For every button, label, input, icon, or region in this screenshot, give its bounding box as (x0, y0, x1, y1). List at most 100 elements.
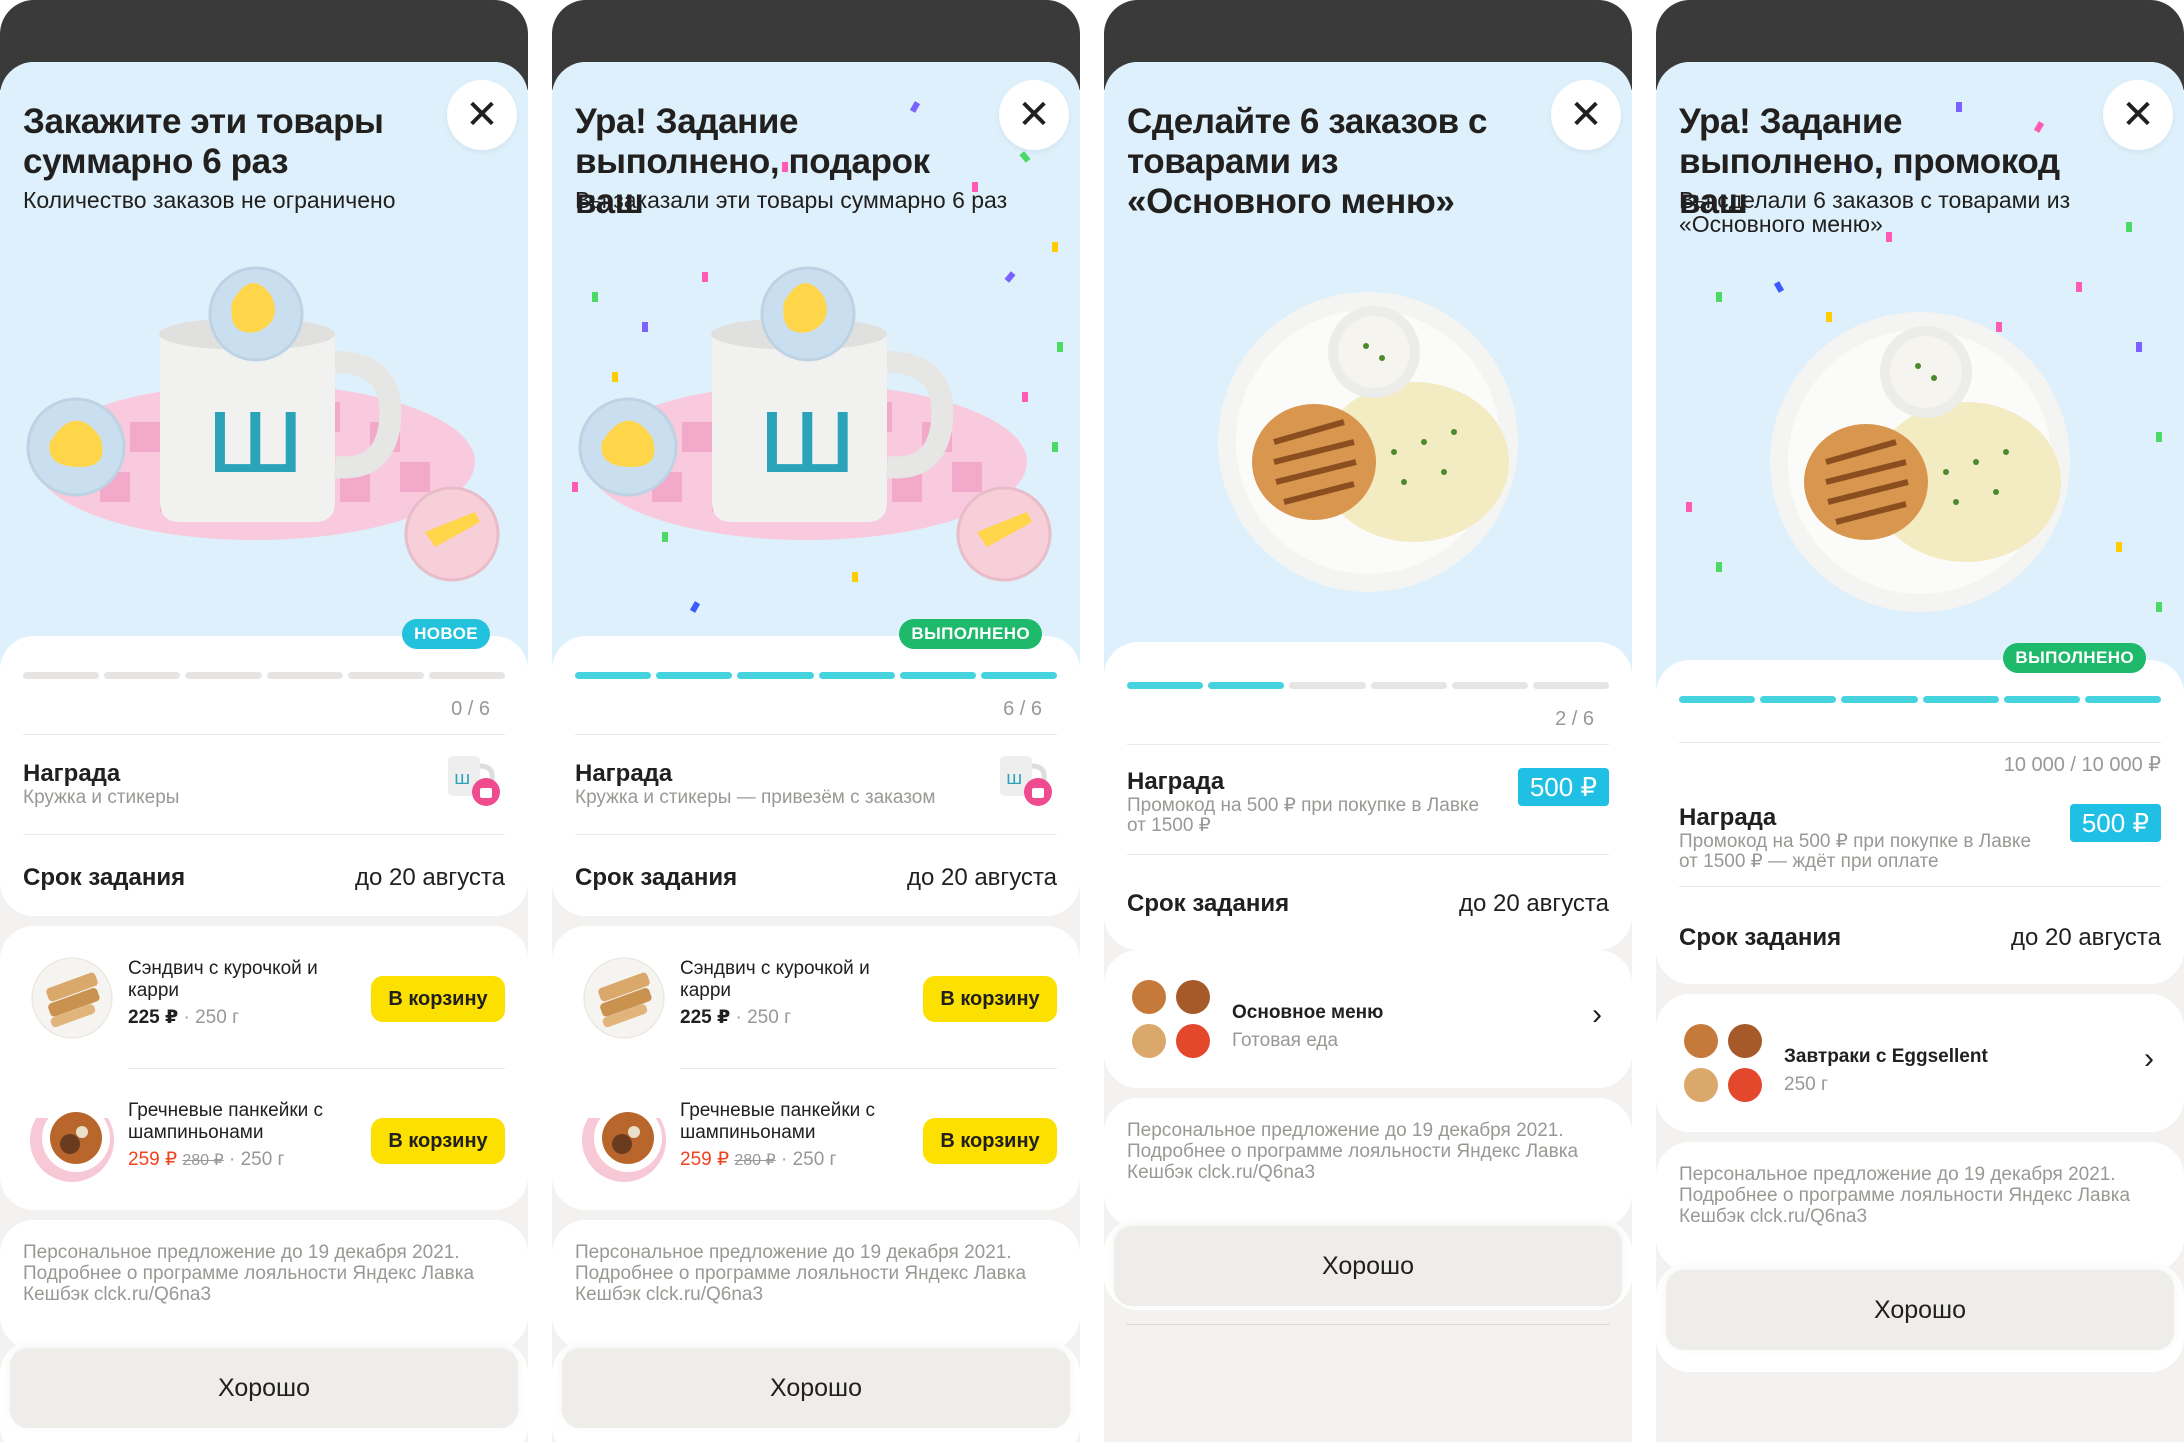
chevron-right-icon: › (2144, 1042, 2154, 1075)
reward-label: Награда (1679, 804, 1777, 831)
products-card: Сэндвич с курочкой и карри 225 ₽ · 250 г… (552, 926, 1080, 1210)
deadline-label: Срок задания (1127, 890, 1290, 917)
pancakes-image (582, 1104, 666, 1182)
status-badge: НОВОЕ (402, 619, 490, 649)
promo-badge: 500 ₽ (2069, 804, 2161, 842)
category-thumb (1728, 1068, 1762, 1102)
svg-text:ш: ш (1006, 768, 1022, 789)
page-subtitle: Количество заказов не ограничено (23, 187, 396, 213)
footer-text: Персональное предложение до 19 декабря 2… (1127, 1120, 1579, 1183)
status-badge: ВЫПОЛНЕНО (2003, 643, 2146, 673)
product-price: 259 ₽ 280 ₽ · 250 г (128, 1149, 285, 1170)
reward-label: Награда (1127, 768, 1225, 795)
hero: Ура! Задание выполнено, промокод ваш Вы … (1656, 62, 2184, 702)
ok-button[interactable]: Хорошо (1666, 1270, 2174, 1350)
bottom-sheet: ш Закажите эти товары суммарно 6 раз Кол… (0, 62, 528, 1442)
footer-card: Персональное предложение до 19 декабря 2… (552, 1220, 1080, 1350)
bottom-bar: Хорошо (552, 1340, 1080, 1442)
category-card[interactable]: Основное меню Готовая еда › (1104, 950, 1632, 1088)
footer-text: Персональное предложение до 19 декабря 2… (23, 1242, 475, 1305)
product-name: Гречневые панкейки с шампиньонами (680, 1100, 876, 1143)
page-title: Закажите эти товары суммарно 6 раз (23, 102, 384, 181)
category-thumb (1176, 980, 1210, 1014)
category-card[interactable]: Завтраки с Eggsellent 250 г › (1656, 994, 2184, 1132)
progress-bar (1679, 696, 2162, 703)
progress-text: 6 / 6 (1003, 698, 1042, 720)
svg-text:ш: ш (205, 370, 306, 498)
task-card: НОВОЕ 0 / 6 Награда Кружка и стикеры ш С… (0, 619, 528, 916)
product-price: 259 ₽ 280 ₽ · 250 г (680, 1149, 837, 1170)
svg-text:ш: ш (454, 768, 470, 789)
bottom-bar: Хорошо (0, 1340, 528, 1442)
bottom-bar: Хорошо (1104, 1218, 1632, 1310)
category-sub: Готовая еда (1232, 1030, 1339, 1051)
footer-card: Персональное предложение до 19 декабря 2… (0, 1220, 528, 1350)
product-name: Сэндвич с курочкой и карри (128, 958, 318, 1001)
screen-mug-done: ш Ура! Задание выполнено, подарок ваш Вы… (552, 0, 1080, 1442)
sandwich-image (583, 957, 665, 1039)
hero: Сделайте 6 заказов с товарами из «Основн… (1104, 62, 1632, 682)
chevron-right-icon: › (1592, 998, 1602, 1031)
deadline-value: до 20 августа (906, 864, 1057, 891)
add-to-cart-button[interactable]: В корзину (923, 976, 1057, 1022)
progress-bar (575, 672, 1058, 679)
promo-badge: 500 ₽ (1517, 768, 1609, 806)
screen-mug-new: ш Закажите эти товары суммарно 6 раз Кол… (0, 0, 528, 1442)
bottom-sheet: Ура! Задание выполнено, промокод ваш Вы … (1656, 62, 2184, 1442)
reward-label: Награда (23, 760, 121, 787)
bottom-sheet: Сделайте 6 заказов с товарами из «Основн… (1104, 62, 1632, 1442)
ok-button[interactable]: Хорошо (10, 1348, 518, 1428)
ok-button[interactable]: Хорошо (1114, 1226, 1622, 1306)
bottom-bar: Хорошо (1656, 1262, 2184, 1372)
add-to-cart-button[interactable]: В корзину (371, 976, 505, 1022)
progress-bar (23, 672, 506, 679)
category-title: Завтраки с Eggsellent (1784, 1046, 1988, 1067)
ok-button[interactable]: Хорошо (562, 1348, 1070, 1428)
add-to-cart-button[interactable]: В корзину (923, 1118, 1057, 1164)
close-icon: ✕ (1017, 93, 1051, 137)
footer-text: Персональное предложение до 19 декабря 2… (1679, 1164, 2131, 1227)
category-thumb (1176, 1024, 1210, 1058)
status-badge: ВЫПОЛНЕНО (899, 619, 1042, 649)
reward-sub: Кружка и стикеры (23, 787, 180, 808)
deadline-value: до 20 августа (2010, 924, 2161, 951)
deadline-label: Срок задания (575, 864, 738, 891)
product-name: Сэндвич с курочкой и карри (680, 958, 870, 1001)
close-button[interactable]: ✕ (2103, 80, 2173, 150)
task-card: ВЫПОЛНЕНО 10 000 / 10 000 ₽ Награда Пром… (1656, 643, 2184, 984)
hero: ш Ура! Задание выполнено, подарок ваш Вы… (552, 62, 1080, 672)
hero: ш Закажите эти товары суммарно 6 раз Кол… (0, 62, 528, 672)
bottom-sheet: ш Ура! Задание выполнено, подарок ваш Вы… (552, 62, 1080, 1442)
add-to-cart-button[interactable]: В корзину (371, 1118, 505, 1164)
category-sub: 250 г (1784, 1074, 1828, 1095)
reward-sub: Кружка и стикеры — привезём с заказом (575, 787, 936, 808)
close-button[interactable]: ✕ (447, 80, 517, 150)
progress-text: 2 / 6 (1555, 708, 1594, 730)
product-price: 225 ₽ · 250 г (128, 1007, 240, 1028)
page-subtitle: Вы сделали 6 заказов с товарами из «Осно… (1679, 187, 2071, 237)
page-title: Сделайте 6 заказов с товарами из «Основн… (1127, 102, 1488, 221)
category-thumb (1132, 980, 1166, 1014)
footer-card: Персональное предложение до 19 декабря 2… (1104, 1098, 1632, 1228)
close-icon: ✕ (2121, 93, 2155, 137)
category-thumb (1684, 1024, 1718, 1058)
mug-thumbnail: ш (1000, 756, 1052, 806)
deadline-value: до 20 августа (354, 864, 505, 891)
products-card: Сэндвич с курочкой и карри 225 ₽ · 250 г… (0, 926, 528, 1210)
deadline-label: Срок задания (1679, 924, 1842, 951)
category-title: Основное меню (1232, 1002, 1384, 1023)
sandwich-image (31, 957, 113, 1039)
close-button[interactable]: ✕ (999, 80, 1069, 150)
deadline-label: Срок задания (23, 864, 186, 891)
reward-label: Награда (575, 760, 673, 787)
product-price: 225 ₽ · 250 г (680, 1007, 792, 1028)
category-thumb (1684, 1068, 1718, 1102)
close-button[interactable]: ✕ (1551, 80, 1621, 150)
screen-menu-done: Ура! Задание выполнено, промокод ваш Вы … (1656, 0, 2184, 1442)
category-thumb (1728, 1024, 1762, 1058)
footer-card: Персональное предложение до 19 декабря 2… (1656, 1142, 2184, 1272)
close-icon: ✕ (465, 93, 499, 137)
progress-text: 0 / 6 (451, 698, 490, 720)
pancakes-image (30, 1104, 114, 1182)
deadline-value: до 20 августа (1458, 890, 1609, 917)
